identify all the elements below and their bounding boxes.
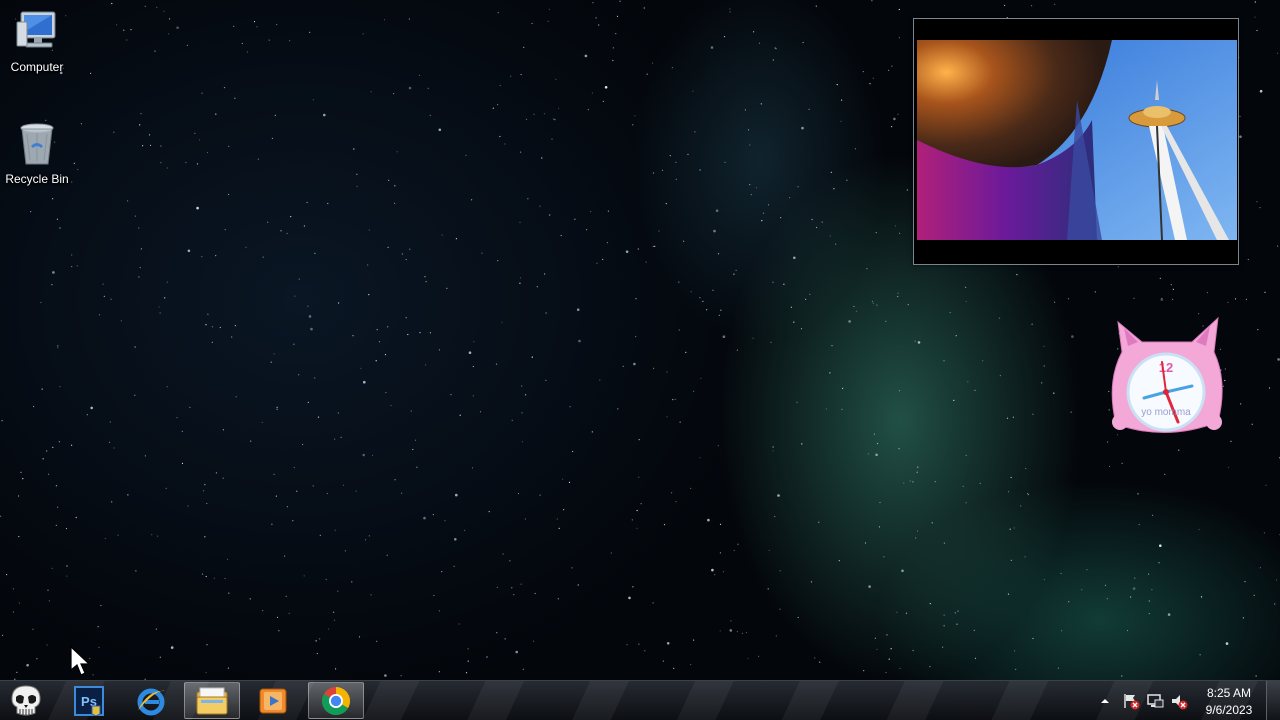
chrome-icon [322,686,350,715]
desktop-icon-recycle-bin[interactable]: Recycle Bin [0,120,74,186]
show-desktop-button[interactable] [1266,681,1280,720]
taskbar: Ps [0,680,1280,720]
volume-muted-icon[interactable] [1170,692,1188,710]
clock-label: yo momma [1141,407,1191,418]
desktop-icon-label: Recycle Bin [5,172,69,186]
taskbar-photoshop-button[interactable]: Ps [61,682,117,719]
start-button[interactable] [2,682,50,719]
taskbar-media-player-button[interactable] [245,682,301,719]
taskbar-internet-explorer-button[interactable] [123,682,179,719]
clock-numeral-12: 12 [1159,360,1173,375]
desktop-background[interactable]: Computer Recycle Bin 12 yo momma Ps 8:25… [0,0,1280,720]
space-needle-photo [917,40,1237,240]
media-player-icon [259,688,287,713]
computer-icon [13,8,61,56]
mouse-cursor-icon [70,646,91,676]
action-center-flag-icon[interactable] [1122,692,1140,710]
skull-start-icon [11,684,41,715]
network-icon[interactable] [1146,692,1164,710]
desktop-icon-computer[interactable]: Computer [0,8,74,74]
taskbar-clock-date[interactable]: 9/6/2023 [1194,703,1264,717]
show-hidden-icons-arrow[interactable] [1098,695,1112,707]
taskbar-windows-explorer-button[interactable] [184,682,240,719]
internet-explorer-icon [137,688,165,715]
pink-cat-clock-icon: 12 [1111,316,1223,434]
clock-gadget[interactable]: 12 yo momma [1106,312,1228,444]
desktop-icon-label: Computer [10,60,64,74]
slideshow-gadget[interactable] [913,18,1239,265]
taskbar-clock-time[interactable]: 8:25 AM [1194,686,1264,700]
file-explorer-icon [196,687,228,714]
recycle-bin-icon [13,120,61,168]
taskbar-chrome-button[interactable] [308,682,364,719]
photoshop-icon: Ps [74,685,104,716]
